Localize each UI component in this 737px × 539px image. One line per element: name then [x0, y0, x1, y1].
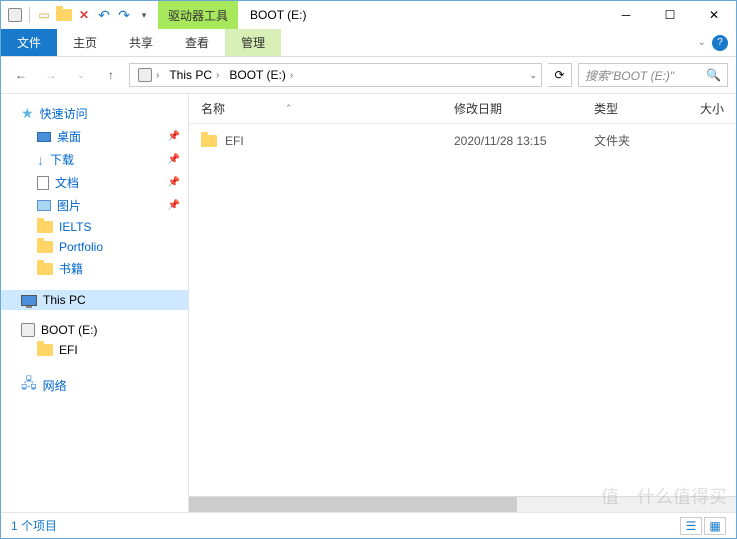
- sort-indicator-icon: ⌃: [285, 103, 293, 114]
- file-type: 文件夹: [594, 132, 674, 149]
- nav-books[interactable]: 书籍: [1, 257, 188, 280]
- nav-efi[interactable]: EFI: [1, 340, 188, 360]
- context-tab-label: 驱动器工具: [158, 1, 238, 29]
- list-item[interactable]: EFI 2020/11/28 13:15 文件夹: [189, 128, 736, 153]
- network-icon: 🖧: [21, 373, 37, 397]
- search-placeholder: 搜索"BOOT (E:)": [585, 67, 674, 84]
- tab-share[interactable]: 共享: [113, 29, 169, 56]
- qat-dropdown-icon[interactable]: ▾: [136, 7, 152, 23]
- recent-dropdown-icon[interactable]: ⌄: [69, 63, 93, 87]
- drive-icon: [21, 323, 35, 337]
- breadcrumb-root-icon[interactable]: ›: [134, 68, 163, 82]
- folder-icon: [37, 344, 53, 356]
- nav-downloads[interactable]: ↓下载📌: [1, 148, 188, 171]
- nav-quick-access[interactable]: ★快速访问: [1, 102, 188, 125]
- help-icon[interactable]: ?: [712, 35, 728, 51]
- back-button[interactable]: ←: [9, 63, 33, 87]
- breadcrumb[interactable]: › This PC› BOOT (E:)› ⌄: [129, 63, 542, 87]
- new-folder-icon[interactable]: [56, 7, 72, 23]
- tab-home[interactable]: 主页: [57, 29, 113, 56]
- col-size[interactable]: 大小: [674, 100, 724, 117]
- delete-icon[interactable]: ✕: [76, 7, 92, 23]
- tab-view[interactable]: 查看: [169, 29, 225, 56]
- search-icon[interactable]: 🔍: [706, 68, 721, 82]
- breadcrumb-seg-boot[interactable]: BOOT (E:)›: [225, 68, 297, 82]
- forward-button[interactable]: →: [39, 63, 63, 87]
- search-input[interactable]: 搜索"BOOT (E:)" 🔍: [578, 63, 728, 87]
- ribbon-tabs: 文件 主页 共享 查看 管理 ⌄ ?: [1, 29, 736, 57]
- nav-pictures[interactable]: 图片📌: [1, 194, 188, 217]
- collapse-ribbon-icon[interactable]: ⌄: [698, 37, 706, 48]
- separator: [29, 7, 30, 23]
- breadcrumb-dropdown-icon[interactable]: ⌄: [529, 70, 537, 81]
- redo-icon[interactable]: ↷: [116, 7, 132, 23]
- column-headers: 名称⌃ 修改日期 类型 大小: [189, 94, 736, 124]
- pin-icon: 📌: [168, 177, 180, 188]
- tab-file[interactable]: 文件: [1, 29, 57, 56]
- minimize-button[interactable]: ─: [604, 1, 648, 29]
- nav-this-pc[interactable]: This PC: [1, 290, 188, 310]
- folder-icon: [37, 221, 53, 233]
- folder-icon: [201, 135, 217, 147]
- file-list: EFI 2020/11/28 13:15 文件夹: [189, 124, 736, 496]
- col-type[interactable]: 类型: [594, 100, 674, 117]
- desktop-icon: [37, 132, 51, 142]
- undo-icon[interactable]: ↶: [96, 7, 112, 23]
- file-name: EFI: [225, 134, 244, 148]
- horizontal-scrollbar[interactable]: [189, 496, 736, 512]
- file-date: 2020/11/28 13:15: [454, 134, 594, 148]
- view-details-button[interactable]: ☰: [680, 517, 702, 535]
- status-bar: 1 个项目 ☰ ▦: [1, 512, 736, 538]
- pin-icon: 📌: [168, 200, 180, 211]
- address-bar: ← → ⌄ ↑ › This PC› BOOT (E:)› ⌄ ⟳ 搜索"BOO…: [1, 57, 736, 93]
- maximize-button[interactable]: ☐: [648, 1, 692, 29]
- pc-icon: [21, 295, 37, 306]
- col-name[interactable]: 名称⌃: [201, 100, 454, 117]
- drive-icon: [7, 7, 23, 23]
- quick-access-toolbar: ▭ ✕ ↶ ↷ ▾: [1, 1, 158, 29]
- pin-icon: 📌: [168, 131, 180, 142]
- view-icons-button[interactable]: ▦: [704, 517, 726, 535]
- close-button[interactable]: ✕: [692, 1, 736, 29]
- item-count: 1 个项目: [11, 517, 57, 534]
- content-pane: 名称⌃ 修改日期 类型 大小 EFI 2020/11/28 13:15 文件夹: [189, 94, 736, 512]
- star-icon: ★: [21, 105, 34, 122]
- breadcrumb-seg-pc[interactable]: This PC›: [165, 68, 223, 82]
- title-bar: ▭ ✕ ↶ ↷ ▾ 驱动器工具 BOOT (E:) ─ ☐ ✕: [1, 1, 736, 29]
- nav-documents[interactable]: 文档📌: [1, 171, 188, 194]
- properties-icon[interactable]: ▭: [36, 7, 52, 23]
- up-button[interactable]: ↑: [99, 63, 123, 87]
- folder-icon: [37, 241, 53, 253]
- nav-network[interactable]: 🖧网络: [1, 370, 188, 400]
- nav-ielts[interactable]: IELTS: [1, 217, 188, 237]
- window-controls: ─ ☐ ✕: [604, 1, 736, 29]
- nav-portfolio[interactable]: Portfolio: [1, 237, 188, 257]
- pin-icon: 📌: [168, 154, 180, 165]
- document-icon: [37, 176, 49, 190]
- nav-desktop[interactable]: 桌面📌: [1, 125, 188, 148]
- refresh-button[interactable]: ⟳: [548, 63, 572, 87]
- nav-boot[interactable]: BOOT (E:): [1, 320, 188, 340]
- tab-manage[interactable]: 管理: [225, 29, 281, 56]
- window-title: BOOT (E:): [238, 1, 318, 29]
- folder-icon: [37, 263, 53, 275]
- navigation-pane: ★快速访问 桌面📌 ↓下载📌 文档📌 图片📌 IELTS Portfolio 书…: [1, 94, 189, 512]
- col-date[interactable]: 修改日期: [454, 100, 594, 117]
- download-icon: ↓: [37, 152, 44, 168]
- picture-icon: [37, 200, 51, 211]
